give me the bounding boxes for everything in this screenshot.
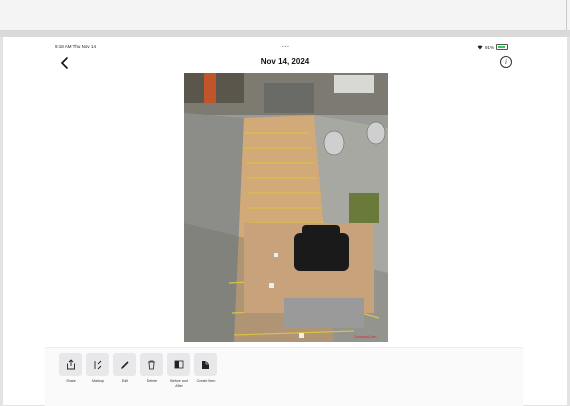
markup-label: Markup (92, 379, 104, 383)
before-after-button[interactable]: Before and After (167, 353, 191, 388)
create-item-label: Create Item (196, 379, 216, 383)
trash-icon (148, 360, 155, 369)
status-dots: ••• (282, 44, 290, 49)
edit-label: Edit (121, 379, 129, 383)
site-photo: CompanyCam (184, 73, 388, 342)
wifi-icon (477, 45, 483, 49)
before-after-icon (174, 360, 183, 369)
delete-button[interactable]: Delete (140, 353, 164, 384)
delete-label: Delete (146, 379, 158, 383)
back-chevron-icon[interactable] (57, 55, 73, 71)
markup-icon (94, 360, 101, 369)
share-icon (66, 359, 75, 370)
watermark-text: CompanyCam (354, 335, 376, 339)
battery-icon (496, 44, 509, 50)
before-after-label: Before and After (170, 379, 188, 388)
battery-percent: 91% (485, 44, 495, 50)
share-button[interactable]: Share (59, 353, 83, 384)
status-time: 9:18 AM Thu Nov 14 (55, 44, 96, 49)
create-item-button[interactable]: Create Item (194, 353, 218, 384)
pencil-icon (120, 360, 129, 369)
status-battery-group: 91% (477, 44, 509, 50)
create-item-icon (202, 360, 209, 369)
markup-button[interactable]: Markup (86, 353, 110, 384)
share-label: Share (66, 379, 76, 383)
background-window (0, 0, 570, 31)
photo-viewer-screen: 9:18 AM Thu Nov 14 ••• 91% Nov 14, 2024 … (3, 37, 567, 406)
info-icon[interactable]: i (500, 56, 512, 68)
page-title: Nov 14, 2024 (260, 57, 310, 66)
edit-button[interactable]: Edit (113, 353, 137, 384)
window-edge (566, 0, 567, 30)
